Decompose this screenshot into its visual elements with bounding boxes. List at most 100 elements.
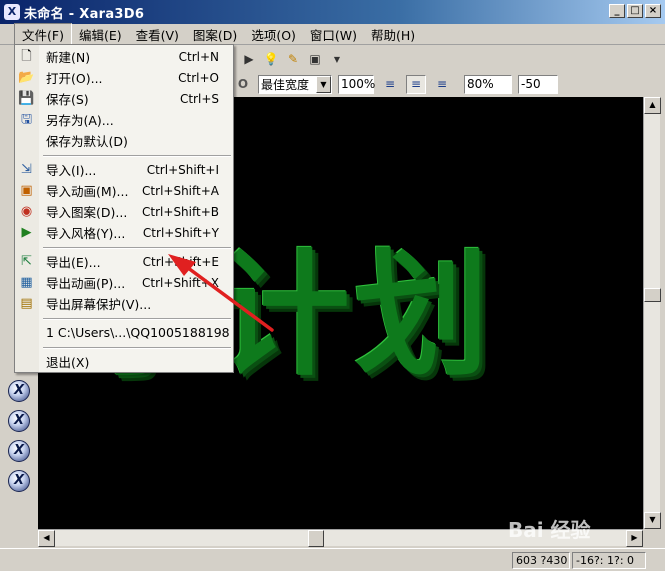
menu-item-import-animation[interactable]: ▣ 导入动画(M)... Ctrl+Shift+A <box>15 180 233 201</box>
horizontal-scroll-thumb[interactable] <box>308 530 324 547</box>
char-width-value: 80% <box>467 77 494 91</box>
rotate-x-tool-icon[interactable]: X <box>8 380 30 402</box>
depth-field[interactable]: -50 <box>518 74 558 94</box>
new-document-icon: 🗋 <box>21 49 32 64</box>
text-toolbar: O 最佳宽度 ▼ 100% ≡ ≡ ≡ 80% -50 <box>232 72 665 96</box>
menu-item-import-design[interactable]: ◉ 导入图案(D)... Ctrl+Shift+B <box>15 201 233 222</box>
align-center-icon[interactable]: ≡ <box>406 74 426 94</box>
menu-item-label: 导出屏幕保护(V)... <box>46 297 152 312</box>
menu-item-export-animation[interactable]: ▦ 导出动画(P)... Ctrl+Shift+X <box>15 272 233 293</box>
outline-font-icon[interactable]: O <box>234 75 252 93</box>
menu-item-save-as[interactable]: 🖫 另存为(A)... <box>15 109 233 130</box>
scroll-right-icon[interactable]: ▶ <box>626 530 643 547</box>
menu-bar: 文件(F) 编辑(E) 查看(V) 图案(D) 选项(O) 窗口(W) 帮助(H… <box>0 22 665 46</box>
close-button[interactable]: × <box>645 4 661 18</box>
menu-item-shortcut: Ctrl+Shift+Y <box>142 225 219 240</box>
zoom-field[interactable]: 100% <box>338 74 376 94</box>
status-bar: 603 ?430 -16?: 1?: 0 <box>0 548 665 571</box>
menu-item-label: 导入动画(M)... <box>46 184 129 199</box>
import-design-icon: ◉ <box>20 204 33 219</box>
canvas-size-status: 603 ?430 <box>512 552 570 569</box>
background-icon[interactable]: ▣ <box>306 50 324 68</box>
lightbulb-icon[interactable]: 💡 <box>262 50 280 68</box>
menu-item-label: 保存(S) <box>46 92 89 107</box>
import-animation-icon: ▣ <box>20 183 33 198</box>
export-icon: ⇱ <box>21 254 32 269</box>
menu-edit[interactable]: 编辑(E) <box>72 24 129 45</box>
menu-item-new[interactable]: 🗋 新建(N) Ctrl+N <box>15 46 233 67</box>
menu-item-shortcut: Ctrl+Shift+A <box>142 183 219 198</box>
import-style-icon: ▶ <box>21 225 32 240</box>
depth-value: -50 <box>521 77 541 91</box>
menu-item-save[interactable]: 💾 保存(S) Ctrl+S <box>15 88 233 109</box>
rotate-z-tool-icon[interactable]: X <box>8 440 30 462</box>
scroll-up-icon[interactable]: ▲ <box>644 97 661 114</box>
menu-item-label: 新建(N) <box>46 50 91 65</box>
title-bar: X 未命名 - Xara3D6 _ □ × <box>0 0 665 24</box>
lights-icon[interactable]: ✎ <box>284 50 302 68</box>
menu-file[interactable]: 文件(F) <box>14 22 72 46</box>
main-toolbar: ▶ 💡 ✎ ▣ ▼ <box>232 46 665 72</box>
menu-item-label: 导出(E)... <box>46 255 101 270</box>
menu-item-label: 打开(O)... <box>46 71 103 86</box>
chevron-down-icon[interactable]: ▼ <box>316 75 331 93</box>
align-right-icon[interactable]: ≡ <box>432 75 452 94</box>
menu-item-shortcut: Ctrl+S <box>179 91 219 106</box>
export-animation-icon: ▦ <box>20 275 33 290</box>
watermark: Bai 经验 <box>508 514 591 543</box>
menu-item-recent-file[interactable]: 1 C:\Users\...\QQ1005188198 <box>15 322 233 343</box>
menu-item-label: 保存为默认(D) <box>46 134 128 149</box>
minimize-button[interactable]: _ <box>609 4 625 18</box>
menu-item-export-screensaver[interactable]: ▤ 导出屏幕保护(V)... <box>15 293 233 314</box>
menu-item-label: 1 C:\Users\...\QQ1005188198 <box>46 325 230 340</box>
xara3d-app-icon[interactable]: X <box>4 4 20 20</box>
watermark-text: Bai 经验 <box>508 518 591 542</box>
menu-window[interactable]: 窗口(W) <box>303 24 364 45</box>
scroll-down-icon[interactable]: ▼ <box>644 512 661 529</box>
font-size-select[interactable]: 最佳宽度 ▼ <box>258 74 332 94</box>
menu-item-save-default[interactable]: 保存为默认(D) <box>15 130 233 151</box>
file-menu-dropdown: 🗋 新建(N) Ctrl+N 📂 打开(O)... Ctrl+O 💾 保存(S)… <box>14 44 234 373</box>
window-controls: _ □ × <box>609 4 661 18</box>
rotate-free-tool-icon[interactable]: X <box>8 470 30 492</box>
menu-item-shortcut: Ctrl+N <box>178 49 219 64</box>
chevron-down-icon[interactable]: ▼ <box>328 50 346 68</box>
vertical-scrollbar[interactable]: ▲ ▼ <box>643 97 661 529</box>
maximize-button[interactable]: □ <box>627 4 643 18</box>
menu-item-label: 退出(X) <box>46 355 90 370</box>
menu-item-shortcut: Ctrl+Shift+X <box>142 275 219 290</box>
rotate-y-tool-icon[interactable]: X <box>8 410 30 432</box>
menu-item-shortcut: Ctrl+Shift+I <box>146 162 219 177</box>
play-animation-icon[interactable]: ▶ <box>240 50 258 68</box>
menu-item-open[interactable]: 📂 打开(O)... Ctrl+O <box>15 67 233 88</box>
rotation-status: -16?: 1?: 0 <box>572 552 646 569</box>
menu-design[interactable]: 图案(D) <box>186 24 244 45</box>
menu-view[interactable]: 查看(V) <box>129 24 186 45</box>
menu-item-shortcut: Ctrl+O <box>178 70 219 85</box>
menu-item-label: 另存为(A)... <box>46 113 114 128</box>
menu-item-import-style[interactable]: ▶ 导入风格(Y)... Ctrl+Shift+Y <box>15 222 233 243</box>
menu-item-label: 导入风格(Y)... <box>46 226 126 241</box>
menu-item-shortcut: Ctrl+Shift+B <box>142 204 219 219</box>
open-folder-icon: 📂 <box>18 70 35 85</box>
char-width-field[interactable]: 80% <box>464 74 512 94</box>
import-icon: ⇲ <box>21 162 32 177</box>
export-screensaver-icon: ▤ <box>20 296 33 311</box>
font-size-value: 最佳宽度 <box>261 77 310 92</box>
menu-item-export[interactable]: ⇱ 导出(E)... Ctrl+Shift+E <box>15 251 233 272</box>
scroll-left-icon[interactable]: ◀ <box>38 530 55 547</box>
align-left-icon[interactable]: ≡ <box>380 75 400 94</box>
window-title: 未命名 - Xara3D6 <box>24 6 145 22</box>
vertical-scroll-thumb[interactable] <box>644 288 661 302</box>
save-as-icon: 🖫 <box>20 112 33 127</box>
zoom-value: 100% <box>341 77 376 91</box>
menu-item-label: 导入图案(D)... <box>46 205 128 220</box>
menu-separator <box>43 347 231 349</box>
menu-item-shortcut: Ctrl+Shift+E <box>142 254 219 269</box>
menu-separator <box>43 155 231 157</box>
menu-item-exit[interactable]: 退出(X) <box>15 351 233 372</box>
menu-item-label: 导入(I)... <box>46 163 97 178</box>
menu-item-import[interactable]: ⇲ 导入(I)... Ctrl+Shift+I <box>15 159 233 180</box>
menu-help[interactable]: 帮助(H) <box>364 24 422 45</box>
menu-options[interactable]: 选项(O) <box>244 24 303 45</box>
